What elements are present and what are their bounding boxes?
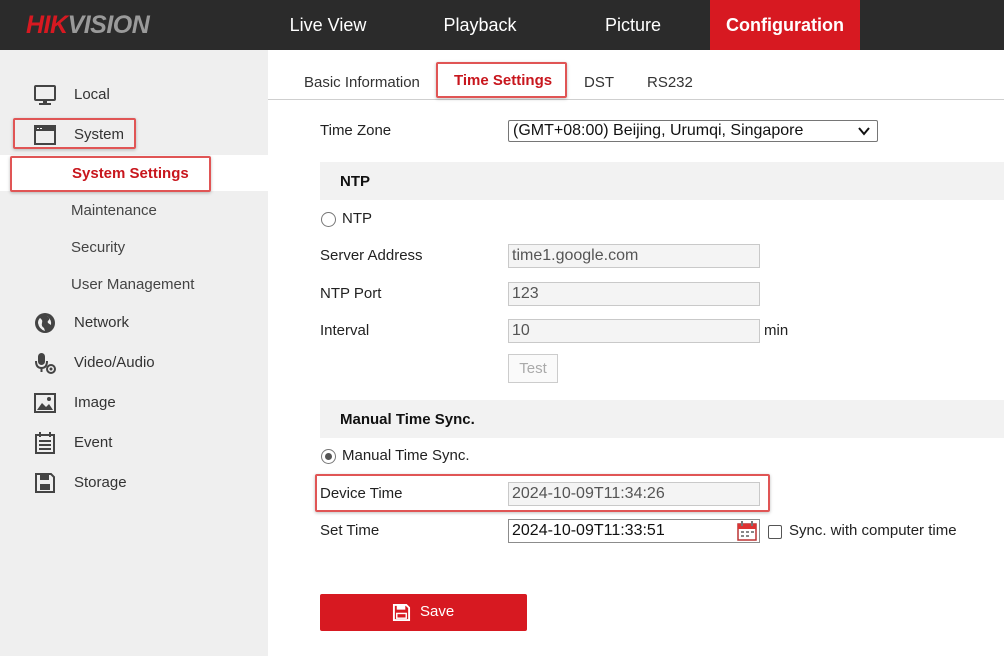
nav-configuration[interactable]: Configuration [710, 0, 860, 50]
interval-label: Interval [320, 322, 370, 339]
manual-sync-section-title: Manual Time Sync. [340, 411, 475, 428]
sidebar-item-image[interactable]: Image [0, 388, 268, 418]
tab-dst[interactable]: DST [584, 74, 614, 91]
ntp-section-header: NTP [320, 162, 1004, 200]
set-time-input[interactable]: 2024-10-09T11:33:51 [508, 519, 760, 543]
calendar-list-icon [35, 432, 55, 454]
sidebar-item-network[interactable]: Network [0, 308, 268, 338]
tab-rs232[interactable]: RS232 [647, 74, 693, 91]
ntp-section-title: NTP [340, 173, 370, 190]
monitor-icon [34, 85, 56, 105]
sidebar-item-event[interactable]: Event [0, 428, 268, 458]
calendar-icon[interactable] [736, 520, 758, 542]
nav-picture[interactable]: Picture [580, 0, 686, 50]
radio-selected-dot [325, 453, 332, 460]
ntp-port-label: NTP Port [320, 285, 382, 302]
ntp-radio-label: NTP [342, 210, 372, 227]
sidebar-subitem-user-management[interactable]: User Management [71, 276, 194, 293]
manual-sync-radio-label: Manual Time Sync. [342, 447, 470, 464]
time-zone-value: (GMT+08:00) Beijing, Urumqi, Singapore [513, 122, 804, 139]
sidebar-label-system: System [74, 126, 125, 143]
window-icon [34, 125, 56, 145]
ntp-radio[interactable] [321, 212, 336, 227]
time-zone-select[interactable]: (GMT+08:00) Beijing, Urumqi, Singapore [508, 120, 878, 142]
device-time-label: Device Time [320, 485, 403, 502]
sidebar: Local System System Settings Maintenance… [0, 50, 268, 656]
tab-time-settings[interactable]: Time Settings [454, 72, 552, 89]
sidebar-label-local: Local [74, 86, 110, 103]
globe-icon [35, 313, 55, 333]
tab-bar: Basic Information Time Settings DST RS23… [268, 50, 1004, 100]
sidebar-label-event: Event [74, 434, 113, 451]
nav-playback[interactable]: Playback [420, 0, 540, 50]
image-icon [34, 393, 56, 413]
set-time-label: Set Time [320, 522, 380, 539]
sync-computer-time-checkbox[interactable] [768, 525, 782, 539]
sidebar-item-video-audio[interactable]: Video/Audio [0, 348, 268, 378]
hikvision-logo: HIKVISION [26, 11, 150, 39]
sidebar-subitem-label: System Settings [72, 165, 189, 182]
ntp-port-input[interactable]: 123 [508, 282, 760, 306]
sidebar-label-image: Image [74, 394, 116, 411]
manual-sync-radio[interactable] [321, 449, 336, 464]
nav-live-view[interactable]: Live View [270, 0, 386, 50]
floppy-disk-icon [35, 473, 55, 493]
server-address-input[interactable]: time1.google.com [508, 244, 760, 268]
time-zone-label: Time Zone [320, 122, 392, 139]
interval-input[interactable]: 10 [508, 319, 760, 343]
sync-computer-time-label: Sync. with computer time [789, 522, 957, 539]
test-button[interactable]: Test [508, 354, 558, 383]
save-button[interactable]: Save [320, 594, 527, 631]
chevron-down-icon [858, 127, 870, 136]
floppy-disk-icon [392, 603, 411, 622]
sidebar-subitem-security[interactable]: Security [71, 239, 125, 256]
sidebar-label-storage: Storage [74, 474, 127, 491]
top-navigation-bar: HIKVISION Live View Playback Picture Con… [0, 0, 1004, 50]
device-time-field: 2024-10-09T11:34:26 [508, 482, 760, 506]
sidebar-label-video-audio: Video/Audio [74, 354, 155, 371]
interval-unit: min [764, 322, 789, 339]
sidebar-subitem-system-settings[interactable]: System Settings [0, 155, 268, 191]
tab-basic-information[interactable]: Basic Information [304, 74, 420, 91]
sidebar-label-network: Network [74, 314, 130, 331]
server-address-label: Server Address [320, 247, 423, 264]
sidebar-item-system[interactable]: System [0, 120, 268, 150]
sidebar-item-local[interactable]: Local [0, 80, 268, 110]
microphone-camera-icon [35, 353, 56, 374]
save-button-label: Save [420, 603, 455, 620]
manual-sync-section-header: Manual Time Sync. [320, 400, 1004, 438]
sidebar-item-storage[interactable]: Storage [0, 468, 268, 498]
sidebar-subitem-maintenance[interactable]: Maintenance [71, 202, 157, 219]
